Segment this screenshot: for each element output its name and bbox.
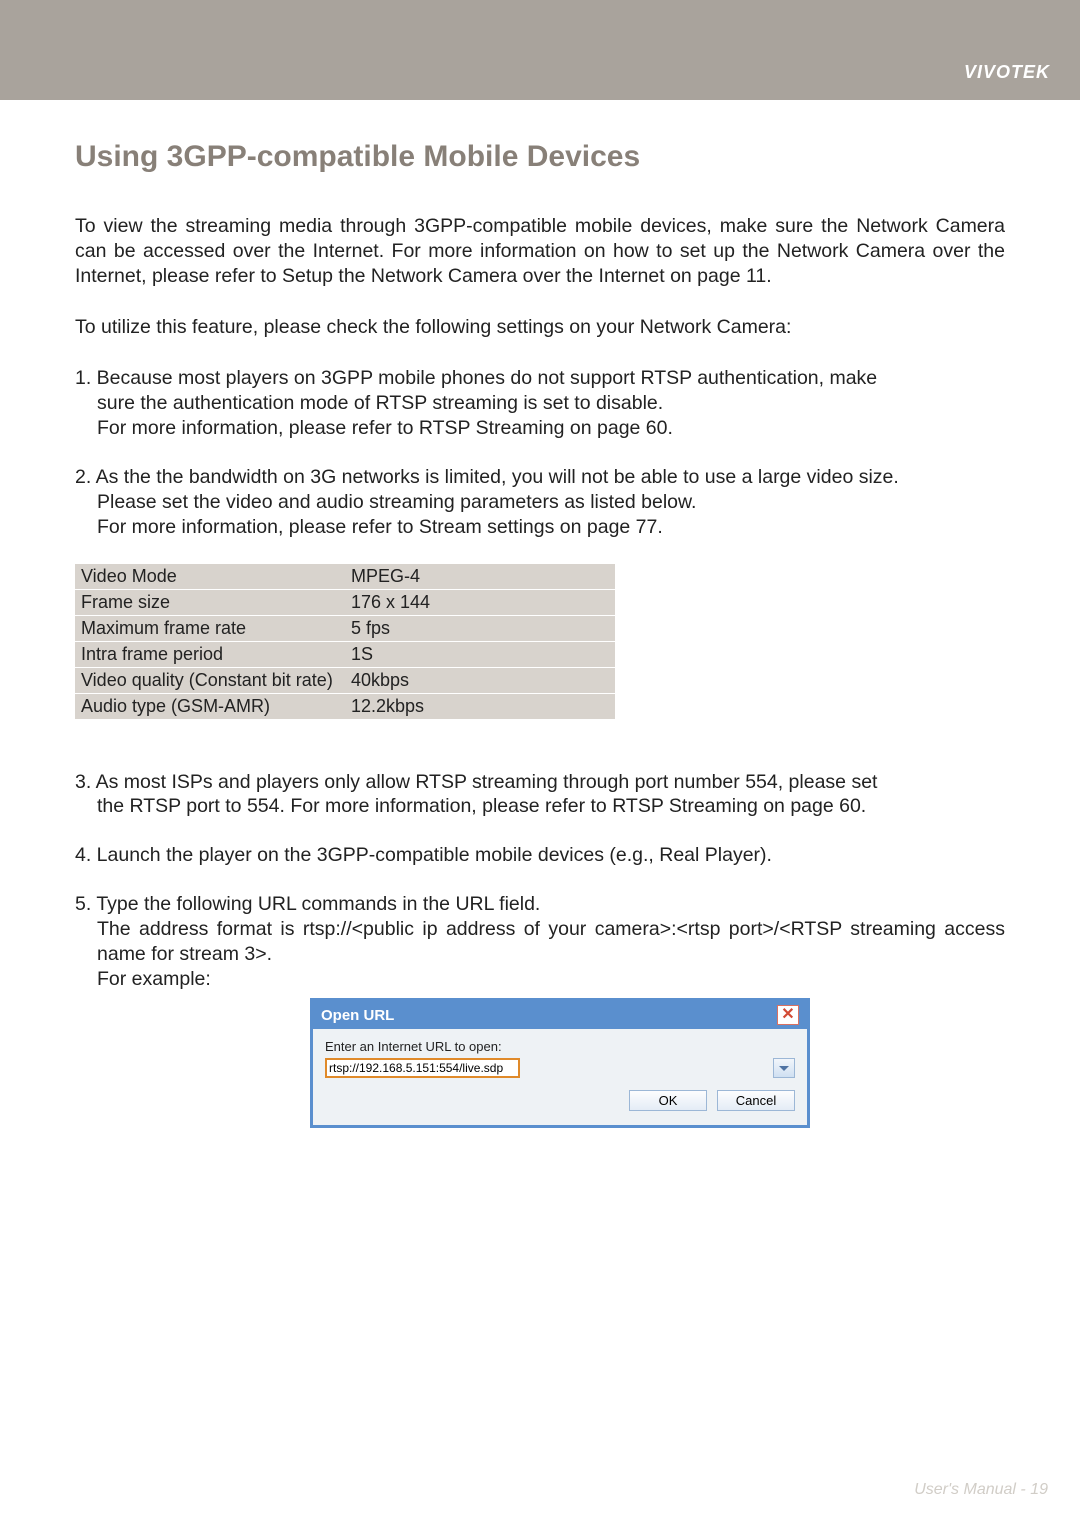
url-input[interactable]: [325, 1058, 520, 1078]
table-row: Frame size 176 x 144: [75, 589, 615, 615]
table-row: Intra frame period 1S: [75, 641, 615, 667]
brand-label: VIVOTEK: [964, 62, 1050, 83]
step-3: 3. As most ISPs and players only allow R…: [75, 770, 1005, 820]
step-5: 5. Type the following URL commands in th…: [75, 892, 1005, 992]
ok-button[interactable]: OK: [629, 1090, 707, 1111]
utilize-paragraph: To utilize this feature, please check th…: [75, 315, 1005, 340]
step-2: 2. As the the bandwidth on 3G networks i…: [75, 465, 1005, 540]
dialog-titlebar: Open URL ✕: [313, 1001, 807, 1029]
header-band: VIVOTEK: [0, 0, 1080, 100]
setting-key: Maximum frame rate: [75, 615, 345, 641]
chevron-down-icon: [779, 1066, 789, 1071]
step-1-line-b: sure the authentication mode of RTSP str…: [75, 391, 1005, 416]
dialog-body: Enter an Internet URL to open: OK Cancel: [313, 1029, 807, 1125]
cancel-button[interactable]: Cancel: [717, 1090, 795, 1111]
step-5-line-b: The address format is rtsp://<public ip …: [75, 917, 1005, 967]
footer: User's Manual - 19: [914, 1481, 1048, 1499]
url-row: [325, 1058, 795, 1078]
step-2-line-c: For more information, please refer to St…: [75, 515, 1005, 540]
table-row: Audio type (GSM-AMR) 12.2kbps: [75, 693, 615, 719]
setting-value: 176 x 144: [345, 589, 615, 615]
footer-label: User's Manual -: [914, 1481, 1030, 1498]
table-row: Video quality (Constant bit rate) 40kbps: [75, 667, 615, 693]
setting-value: MPEG-4: [345, 564, 615, 590]
step-5-line-a: 5. Type the following URL commands in th…: [75, 893, 540, 915]
step-4: 4. Launch the player on the 3GPP-compati…: [75, 843, 1005, 868]
setting-value: 40kbps: [345, 667, 615, 693]
page-number: 19: [1030, 1481, 1048, 1498]
close-button[interactable]: ✕: [777, 1005, 799, 1025]
setting-value: 12.2kbps: [345, 693, 615, 719]
table-row: Maximum frame rate 5 fps: [75, 615, 615, 641]
setting-key: Intra frame period: [75, 641, 345, 667]
step-2-line-b: Please set the video and audio streaming…: [75, 490, 1005, 515]
step-5-line-c: For example:: [75, 967, 1005, 992]
step-3-line-b: the RTSP port to 554. For more informati…: [75, 794, 1005, 819]
settings-table: Video Mode MPEG-4 Frame size 176 x 144 M…: [75, 564, 615, 720]
dialog-button-row: OK Cancel: [325, 1090, 795, 1111]
step-3-line-a: 3. As most ISPs and players only allow R…: [75, 771, 877, 793]
step-2-line-a: 2. As the the bandwidth on 3G networks i…: [75, 466, 899, 488]
step-1-line-a: 1. Because most players on 3GPP mobile p…: [75, 367, 877, 389]
open-url-dialog: Open URL ✕ Enter an Internet URL to open…: [310, 998, 810, 1128]
step-1-line-c: For more information, please refer to RT…: [75, 416, 1005, 441]
table-row: Video Mode MPEG-4: [75, 564, 615, 590]
intro-paragraph: To view the streaming media through 3GPP…: [75, 214, 1005, 289]
setting-key: Audio type (GSM-AMR): [75, 693, 345, 719]
dropdown-button[interactable]: [773, 1058, 795, 1078]
setting-key: Video quality (Constant bit rate): [75, 667, 345, 693]
setting-value: 5 fps: [345, 615, 615, 641]
setting-key: Frame size: [75, 589, 345, 615]
close-icon: ✕: [781, 1007, 794, 1023]
url-label: Enter an Internet URL to open:: [325, 1039, 795, 1054]
page-content: Using 3GPP-compatible Mobile Devices To …: [0, 100, 1080, 1158]
setting-key: Video Mode: [75, 564, 345, 590]
page-title: Using 3GPP-compatible Mobile Devices: [75, 140, 1005, 174]
step-1: 1. Because most players on 3GPP mobile p…: [75, 366, 1005, 441]
dialog-title-text: Open URL: [321, 1007, 394, 1024]
setting-value: 1S: [345, 641, 615, 667]
